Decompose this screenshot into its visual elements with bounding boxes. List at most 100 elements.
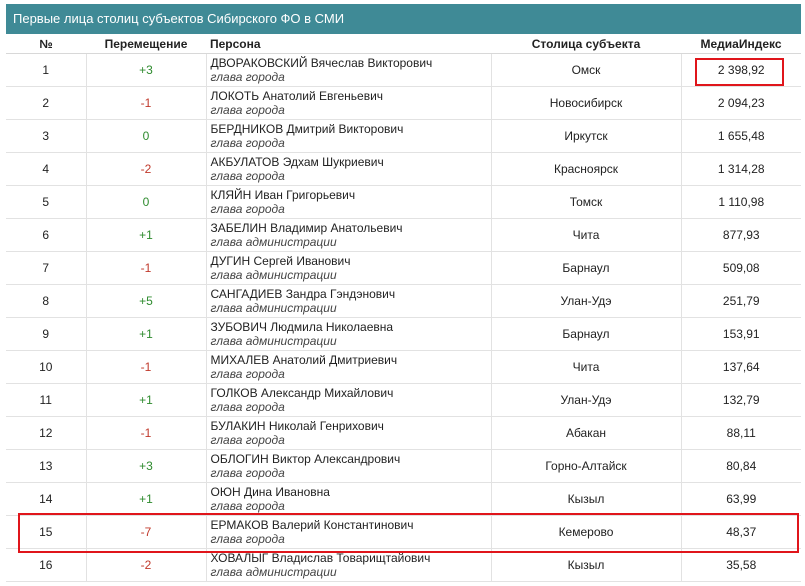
person-name[interactable]: ОБЛОГИН Виктор Александрович: [211, 452, 491, 466]
ranking-panel: Первые лица столиц субъектов Сибирского …: [6, 4, 801, 582]
row-number: 9: [6, 317, 87, 351]
row-person: БЕРДНИКОВ Дмитрий Викторович глава города: [206, 119, 492, 153]
table-row: 13 +3 ОБЛОГИН Виктор Александрович глава го…: [6, 449, 801, 483]
row-number: 10: [6, 350, 87, 384]
header-person[interactable]: Персона: [206, 34, 491, 54]
table-row: 12 -1 БУЛАКИН Николай Генрихович глава горо…: [6, 416, 801, 450]
row-city: Чита: [491, 218, 682, 252]
row-movement: 0: [86, 185, 207, 219]
person-role: глава города: [210, 70, 285, 84]
row-person: БУЛАКИН Николай Генрихович глава города: [206, 416, 492, 450]
row-index: 2 094,23: [681, 86, 801, 120]
person-name[interactable]: ЗУБОВИЧ Людмила Николаевна: [211, 320, 491, 334]
table-row: 14 +1 ОЮН Дина Ивановна глава города Кызыл 63…: [6, 482, 801, 516]
table-row: 5 0 КЛЯЙН Иван Григорьевич глава города Томс…: [6, 185, 801, 219]
row-movement: -1: [86, 416, 207, 450]
row-person: ЗУБОВИЧ Людмила Николаевна глава админист…: [206, 317, 492, 351]
row-city: Улан-Удэ: [491, 284, 682, 318]
row-person: ХОВАЛЫГ Владислав Товарищтайович глава ад…: [206, 548, 492, 582]
header-move[interactable]: Перемещение: [86, 34, 206, 54]
row-movement: +1: [86, 317, 207, 351]
person-name[interactable]: ЗАБЕЛИН Владимир Анатольевич: [211, 221, 491, 235]
table-row: 16 -2 ХОВАЛЫГ Владислав Товарищтайович глав…: [6, 548, 801, 582]
person-role: глава администрации: [210, 235, 337, 249]
person-role: глава города: [210, 202, 285, 216]
row-person: ГОЛКОВ Александр Михайлович глава города: [206, 383, 492, 417]
highlight-box-index: [695, 58, 784, 86]
row-index: 1 655,48: [681, 119, 801, 153]
person-role: глава города: [210, 499, 285, 513]
row-person: ОЮН Дина Ивановна глава города: [206, 482, 492, 516]
row-index: 1 110,98: [681, 185, 801, 219]
row-number: 6: [6, 218, 87, 252]
person-name[interactable]: ДУГИН Сергей Иванович: [211, 254, 491, 268]
person-name[interactable]: ХОВАЛЫГ Владислав Товарищтайович: [211, 551, 491, 565]
row-city: Барнаул: [491, 251, 682, 285]
person-name[interactable]: ГОЛКОВ Александр Михайлович: [211, 386, 491, 400]
row-movement: +5: [86, 284, 207, 318]
table-row: 10 -1 МИХАЛЕВ Анатолий Дмитриевич глава гор…: [6, 350, 801, 384]
row-person: ЗАБЕЛИН Владимир Анатольевич глава админи…: [206, 218, 492, 252]
person-role: глава города: [210, 103, 285, 117]
row-movement: -2: [86, 548, 207, 582]
header-index[interactable]: МедиаИндекс: [681, 34, 801, 54]
row-number: 8: [6, 284, 87, 318]
row-index: 35,58: [681, 548, 801, 582]
person-role: глава города: [210, 136, 285, 150]
row-index: 88,11: [681, 416, 801, 450]
person-role: глава города: [210, 466, 285, 480]
row-movement: +1: [86, 383, 207, 417]
row-index: 137,64: [681, 350, 801, 384]
table-row: 7 -1 ДУГИН Сергей Иванович глава администра…: [6, 251, 801, 285]
person-name[interactable]: КЛЯЙН Иван Григорьевич: [211, 188, 491, 202]
row-movement: +3: [86, 449, 207, 483]
row-city: Томск: [491, 185, 682, 219]
table-row: 4 -2 АКБУЛАТОВ Эдхам Шукриевич глава города…: [6, 152, 801, 186]
person-name[interactable]: ДВОРАКОВСКИЙ Вячеслав Викторович: [211, 56, 491, 70]
row-city: Кызыл: [491, 482, 682, 516]
row-movement: -1: [86, 251, 207, 285]
row-number: 14: [6, 482, 87, 516]
row-person: ДВОРАКОВСКИЙ Вячеслав Викторович глава го…: [206, 53, 492, 87]
person-name[interactable]: ОЮН Дина Ивановна: [211, 485, 491, 499]
person-name[interactable]: САНГАДИЕВ Зандра Гэндэнович: [211, 287, 491, 301]
person-role: глава администрации: [210, 268, 337, 282]
row-city: Горно-Алтайск: [491, 449, 682, 483]
row-movement: -1: [86, 350, 207, 384]
person-role: глава города: [210, 433, 285, 447]
row-city: Красноярск: [491, 152, 682, 186]
person-name[interactable]: МИХАЛЕВ Анатолий Дмитриевич: [211, 353, 491, 367]
row-person: ЛОКОТЬ Анатолий Евгеньевич глава города: [206, 86, 492, 120]
row-city: Омск: [491, 53, 682, 87]
table-row: 11 +1 ГОЛКОВ Александр Михайлович глава гор…: [6, 383, 801, 417]
row-person: МИХАЛЕВ Анатолий Дмитриевич глава города: [206, 350, 492, 384]
row-index: 132,79: [681, 383, 801, 417]
row-person: КЛЯЙН Иван Григорьевич глава города: [206, 185, 492, 219]
person-name[interactable]: БУЛАКИН Николай Генрихович: [211, 419, 491, 433]
header-num[interactable]: №: [6, 34, 86, 54]
person-name[interactable]: АКБУЛАТОВ Эдхам Шукриевич: [211, 155, 491, 169]
table-row: 6 +1 ЗАБЕЛИН Владимир Анатольевич глава адм…: [6, 218, 801, 252]
table-row: 8 +5 САНГАДИЕВ Зандра Гэндэнович глава адми…: [6, 284, 801, 318]
row-movement: +1: [86, 218, 207, 252]
person-role: глава города: [210, 367, 285, 381]
highlight-box-row: [18, 513, 799, 553]
row-index: 63,99: [681, 482, 801, 516]
person-role: глава города: [210, 400, 285, 414]
row-index: 509,08: [681, 251, 801, 285]
row-number: 11: [6, 383, 87, 417]
row-movement: -1: [86, 86, 207, 120]
row-person: САНГАДИЕВ Зандра Гэндэнович глава админис…: [206, 284, 492, 318]
row-city: Иркутск: [491, 119, 682, 153]
ranking-table: № Перемещение Персона Столица субъекта М…: [6, 34, 801, 582]
row-person: ДУГИН Сергей Иванович глава администрации: [206, 251, 492, 285]
table-header-row: № Перемещение Персона Столица субъекта М…: [6, 34, 801, 54]
row-movement: -2: [86, 152, 207, 186]
person-role: глава города: [210, 169, 285, 183]
header-city[interactable]: Столица субъекта: [491, 34, 681, 54]
row-index: 1 314,28: [681, 152, 801, 186]
person-name[interactable]: БЕРДНИКОВ Дмитрий Викторович: [211, 122, 491, 136]
person-role: глава администрации: [210, 301, 337, 315]
person-name[interactable]: ЛОКОТЬ Анатолий Евгеньевич: [211, 89, 491, 103]
row-number: 4: [6, 152, 87, 186]
